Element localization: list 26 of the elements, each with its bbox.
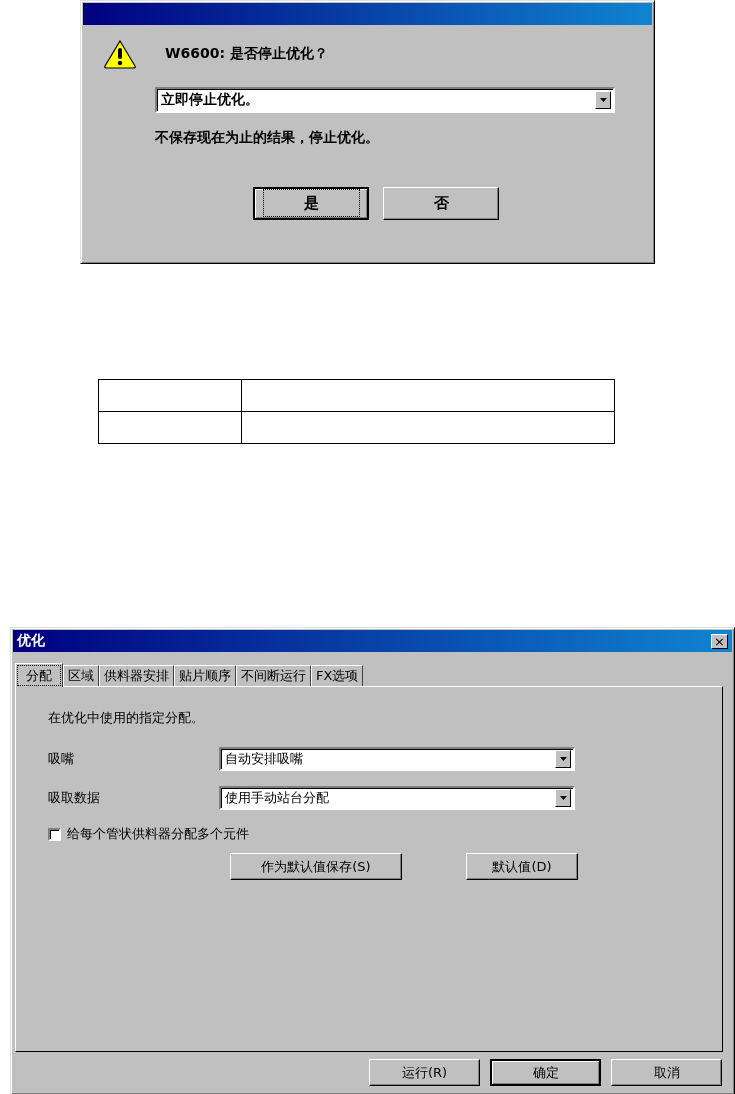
panel-button[interactable]: 默认值(D) [466,853,578,880]
message-text: W6600: 是否停止优化？ [165,45,328,63]
dialog-button[interactable]: 运行(R) [369,1059,480,1086]
panel-button[interactable]: 作为默认值保存(S) [230,853,402,880]
dropdown-field[interactable]: 自动安排吸嘴 [219,747,575,771]
tab[interactable]: 不间断运行 [236,665,311,686]
field-label: 吸嘴 [48,750,75,768]
intro-text: 在优化中使用的指定分配。 [48,709,205,727]
dropdown-field[interactable]: 使用手动站台分配 [219,786,575,810]
tab[interactable]: 贴片顺序 [174,665,236,686]
checkbox-label: 给每个管状供料器分配多个元件 [67,825,249,843]
warning-icon [103,39,137,69]
dialog-button[interactable]: 否 [383,187,499,220]
tab[interactable]: 分配 [15,663,63,687]
close-button[interactable]: × [711,633,728,649]
window-title: 优化 [17,632,45,650]
tab[interactable]: FX选项 [311,665,364,686]
description-text: 不保存现在为止的结果，停止优化。 [155,129,380,147]
dropdown-field[interactable]: 立即停止优化。 [155,87,615,113]
dialog-button[interactable]: 确定 [490,1059,601,1086]
dialog-button[interactable]: 取消 [611,1059,722,1086]
dialog-button[interactable]: 是 [253,187,369,220]
tab[interactable]: 区域 [63,665,99,686]
checkbox[interactable] [48,827,61,841]
field-label: 吸取数据 [48,789,101,807]
tab[interactable]: 供料器安排 [99,665,174,686]
